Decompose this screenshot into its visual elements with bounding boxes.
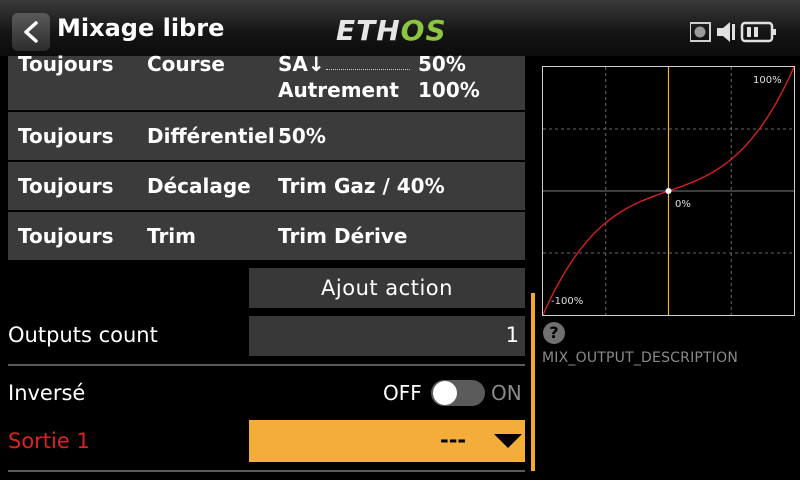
curve-label-center: 0% [675,199,691,210]
outputs-count-value: 1 [505,323,519,347]
output-select[interactable] [249,420,525,462]
divider [8,470,525,472]
action-condition: Toujours [18,174,114,198]
divider [326,69,410,70]
inverse-label: Inversé [8,381,86,405]
output-description: MIX_OUTPUT_DESCRIPTION [542,350,739,366]
add-action-button[interactable]: Ajout action [249,268,525,308]
curve-preview: 100% 0% -100% [542,66,795,316]
action-row-decalage[interactable]: Toujours Décalage Trim Gaz / 40% [8,162,525,210]
curve-graph: 100% 0% -100% [542,66,795,316]
dropdown-arrow-icon [494,434,522,448]
action-condition: Toujours [18,52,114,76]
action-row-trim[interactable]: Toujours Trim Trim Dérive [8,212,525,260]
action-type: Décalage [147,174,251,198]
divider [8,364,525,366]
outputs-count-field[interactable]: 1 [249,316,525,356]
outputs-count-label: Outputs count [8,323,158,347]
toggle-off-label: OFF [383,381,422,405]
page-title: Mixage libre [57,14,225,42]
action-row-differentiel[interactable]: Toujours Différentiel 50% [8,112,525,160]
action-value: 50% [278,124,326,148]
action-type: Trim [147,224,197,248]
action-condition: Toujours [18,124,114,148]
action-source: SA↓ [278,52,325,76]
status-icons [689,20,790,44]
toggle-on-label: ON [491,381,522,405]
action-row-course[interactable]: Toujours Course SA↓ 50% Autrement 100% [8,52,525,110]
action-condition: Toujours [18,224,114,248]
scrollbar[interactable] [531,293,535,471]
action-value: Trim Gaz / 40% [278,174,445,198]
help-icon[interactable]: ? [543,322,565,344]
speaker-icon [717,22,735,42]
action-type: Différentiel [147,124,275,148]
curve-label-max: 100% [753,75,782,86]
toggle-knob[interactable] [433,381,457,405]
action-weight: 50% [418,52,466,76]
chevron-left-icon [24,21,38,43]
record-icon [689,22,711,42]
action-type: Course [147,52,225,76]
ethos-logo: ETHOS [336,14,447,47]
battery-icon [740,21,776,43]
curve-label-min: -100% [551,296,583,307]
curve-point [665,188,672,194]
action-value: Trim Dérive [278,224,408,248]
action-else-label: Autrement [278,78,399,102]
output-label: Sortie 1 [8,429,90,453]
action-else-weight: 100% [418,78,480,102]
output-select-value: --- [440,428,467,452]
back-button[interactable] [12,13,50,51]
